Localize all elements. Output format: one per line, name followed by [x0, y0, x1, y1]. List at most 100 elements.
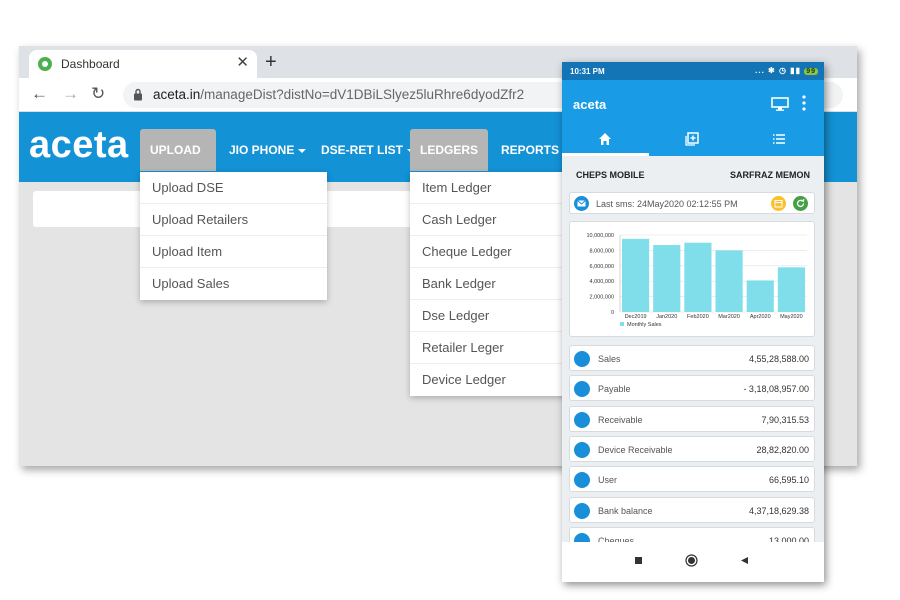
menu-jio-phone-label: JIO PHONE	[229, 143, 295, 157]
battery-icon: 99	[804, 68, 818, 75]
summary-row[interactable]: Payable - 3,18,08,957.00	[569, 375, 815, 402]
summary-row-label: Device Receivable	[598, 444, 673, 455]
star-icon	[574, 351, 590, 367]
ledgers-menu-item[interactable]: Retailer Leger	[410, 332, 570, 364]
ledgers-menu-item[interactable]: Cash Ledger	[410, 204, 570, 236]
x-tick-label: Feb2020	[687, 314, 709, 320]
summary-row-value: - 3,18,08,957.00	[743, 384, 809, 395]
new-tab-button[interactable]: +	[265, 51, 277, 73]
upload-menu-item[interactable]: Upload DSE	[140, 172, 327, 204]
home-button-icon[interactable]	[685, 554, 698, 567]
menu-upload[interactable]: UPLOAD	[140, 129, 216, 171]
owner-name: SARFRAZ MEMON	[730, 170, 810, 180]
mail-icon	[574, 196, 589, 211]
forward-arrow-icon[interactable]: →	[62, 84, 79, 104]
ledgers-menu-item[interactable]: Dse Ledger	[410, 300, 570, 332]
chart-canvas: 0 2,000,000 4,000,000 6,000,000 8,000,000 10,…	[586, 233, 807, 328]
y-tick-label: 6,000,000	[590, 264, 614, 270]
summary-row-label: Sales	[598, 354, 621, 364]
caret-down-icon	[298, 148, 307, 153]
summary-row[interactable]: User 66,595.10	[569, 466, 815, 493]
more-vert-icon[interactable]	[802, 95, 806, 111]
add-box-icon	[685, 132, 699, 146]
signal-icons: ... ✱ ◷ ▮▮	[755, 66, 801, 75]
rupee-icon	[574, 411, 590, 428]
summary-row-label: Payable	[598, 384, 631, 395]
ledgers-menu-item[interactable]: Cheque Ledger	[410, 236, 570, 268]
system-nav-bar	[562, 542, 824, 582]
legend-swatch	[620, 322, 624, 326]
url-host: aceta.in	[153, 87, 201, 102]
rupee-icon	[574, 381, 590, 398]
x-tick-label: Jan2020	[656, 314, 677, 320]
ledgers-menu-item[interactable]: Bank Ledger	[410, 268, 570, 300]
summary-row-label: Bank balance	[598, 505, 653, 516]
lock-icon	[134, 88, 142, 101]
home-icon	[599, 133, 611, 145]
bar-Dec2019	[622, 238, 650, 312]
bar-May2020	[777, 267, 805, 312]
browser-tab-dashboard[interactable]: Dashboard ✕	[29, 50, 257, 78]
app-bar: aceta	[562, 80, 824, 156]
tab-list[interactable]	[736, 124, 823, 156]
upload-menu-item[interactable]: Upload Retailers	[140, 204, 327, 236]
summary-row-label: User	[598, 475, 618, 486]
shop-name: CHEPS MOBILE	[576, 170, 645, 180]
monthly-sales-chart: 0 2,000,000 4,000,000 6,000,000 8,000,000 10,…	[569, 221, 815, 337]
x-tick-label: Apr2020	[750, 314, 771, 320]
back-arrow-icon[interactable]: ←	[31, 84, 48, 104]
y-tick-label: 8,000,000	[590, 248, 614, 254]
url-path: /manageDist?distNo=dV1DBiLSlyez5luRhre6d…	[200, 87, 525, 102]
menu-ledgers[interactable]: LEDGERS	[410, 129, 488, 171]
url-text: aceta.in/manageDist?distNo=dV1DBiLSlyez5…	[153, 87, 524, 102]
phone-status-bar: 10:31 PM ... ✱ ◷ ▮▮ 99	[562, 62, 824, 80]
x-tick-label: Dec2019	[625, 314, 647, 320]
summary-row[interactable]: Receivable 7,90,315.53	[569, 405, 815, 432]
ledgers-dropdown: Item Ledger Cash Ledger Cheque Ledger Bank …	[410, 172, 570, 396]
site-logo[interactable]: aceta	[29, 124, 129, 167]
bank-icon	[574, 502, 590, 519]
menu-dse-ret-list[interactable]: DSE-RET LIST	[311, 129, 425, 171]
ledgers-menu-item[interactable]: Item Ledger	[410, 172, 570, 204]
phone-dashboard: CHEPS MOBILE SARFRAZ MEMON Last sms: 24M…	[562, 156, 824, 553]
favicon-icon	[38, 57, 52, 71]
tab-title: Dashboard	[61, 57, 120, 71]
app-title: aceta	[573, 97, 607, 112]
reload-icon[interactable]: ↻	[91, 84, 105, 104]
screenshot-stage: Dashboard ✕ + ← → ↻ aceta.in/manageDist?…	[0, 0, 900, 600]
status-time: 10:31 PM	[570, 67, 605, 76]
tab-close-icon[interactable]: ✕	[236, 54, 249, 72]
tab-home[interactable]	[562, 124, 649, 156]
menu-jio-phone[interactable]: JIO PHONE	[219, 129, 316, 171]
tab-add[interactable]	[649, 124, 736, 156]
menu-upload-label: UPLOAD	[150, 143, 201, 157]
bar-Feb2020	[684, 242, 712, 312]
summary-row[interactable]: Bank balance 4,37,18,629.38	[569, 496, 815, 523]
summary-row-value: 4,55,28,588.00	[748, 354, 809, 364]
refresh-icon[interactable]	[793, 196, 808, 211]
summary-row[interactable]: Sales 4,55,28,588.00	[569, 345, 815, 371]
summary-row-value: 4,37,18,629.38	[748, 505, 809, 516]
circle-icon	[574, 441, 590, 458]
recents-icon[interactable]	[634, 556, 643, 565]
menu-dse-ret-list-label: DSE-RET LIST	[321, 143, 404, 157]
monitor-icon[interactable]	[771, 97, 789, 111]
ledgers-menu-item[interactable]: Device Ledger	[410, 364, 570, 396]
list-icon	[773, 134, 785, 144]
summary-row-label: Receivable	[598, 414, 643, 425]
last-sms-text: Last sms: 24May2020 02:12:55 PM	[596, 199, 738, 209]
y-tick-label: 0	[611, 310, 614, 316]
legend-label: Monthly Sales	[627, 322, 662, 328]
y-tick-label: 10,000,000	[586, 233, 614, 239]
upload-menu-item[interactable]: Upload Sales	[140, 268, 327, 300]
upload-menu-item[interactable]: Upload Item	[140, 236, 327, 268]
y-tick-label: 4,000,000	[590, 279, 614, 285]
summary-row[interactable]: Device Receivable 28,82,820.00	[569, 435, 815, 462]
back-button-icon[interactable]	[740, 556, 749, 565]
calendar-icon[interactable]	[771, 196, 786, 211]
menu-ledgers-label: LEDGERS	[420, 143, 479, 157]
bar-Mar2020	[715, 250, 743, 312]
last-sms-card: Last sms: 24May2020 02:12:55 PM	[569, 192, 815, 214]
bar-Apr2020	[746, 280, 774, 312]
bar-Jan2020	[653, 245, 681, 312]
